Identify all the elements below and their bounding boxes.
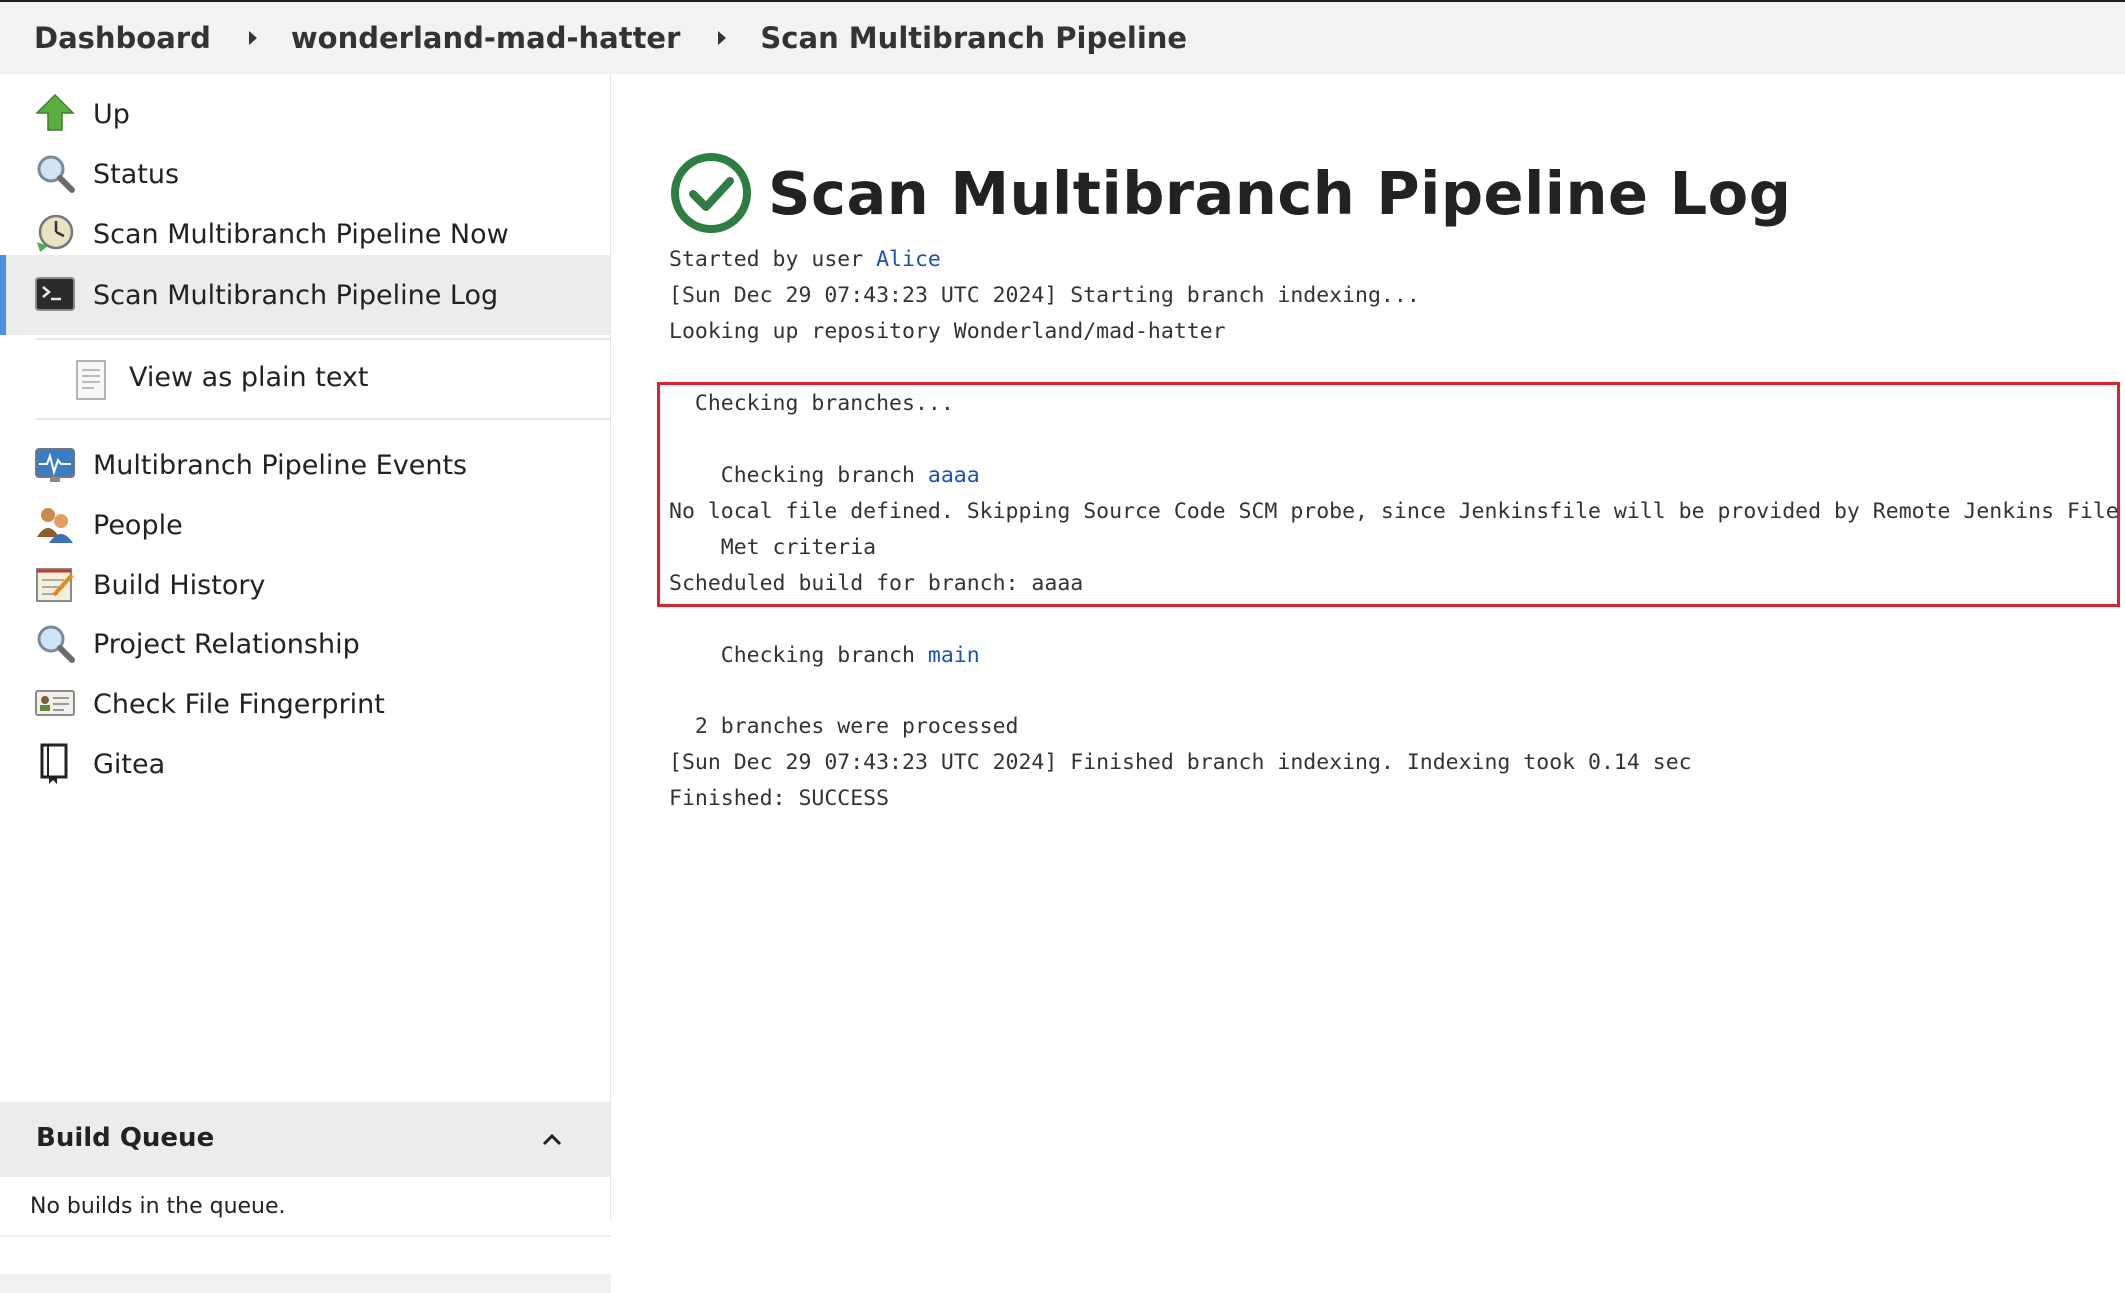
clock-icon	[37, 214, 74, 252]
log-line: [Sun Dec 29 07:43:23 UTC 2024] Starting …	[669, 283, 1420, 308]
log-line: No local file defined. Skipping Source C…	[669, 499, 2125, 524]
breadcrumb-dashboard[interactable]: Dashboard	[34, 21, 211, 55]
sidebar-item-label: View as plain text	[129, 362, 369, 393]
monitor-pulse-icon	[35, 448, 75, 482]
sidebar-bottom-strip	[0, 1274, 611, 1293]
breadcrumb-chevron-icon[interactable]	[248, 31, 257, 45]
sidebar-item-label: Scan Multibranch Pipeline Log	[93, 279, 499, 311]
sidebar-item-scan-log[interactable]: Scan Multibranch Pipeline Log	[0, 255, 611, 335]
build-queue-title: Build Queue	[36, 1123, 215, 1153]
magnifier-icon	[37, 625, 75, 663]
notepad-icon	[36, 568, 74, 602]
terminal-icon	[35, 277, 75, 311]
people-icon	[37, 508, 73, 543]
sidebar-item-label: Gitea	[93, 748, 166, 780]
breadcrumb: Dashboard wonderland-mad-hatter Scan Mul…	[0, 2, 2125, 74]
log-line-started: Started by user Alice	[669, 247, 941, 272]
magnifier-icon	[37, 155, 75, 193]
sidebar-item-label: Build History	[93, 569, 266, 601]
sidebar-item-label: Project Relationship	[93, 628, 360, 660]
log-line: Scheduled build for branch: aaaa	[669, 571, 1084, 596]
log-line: Met criteria	[669, 535, 877, 560]
log-line: [Sun Dec 29 07:43:23 UTC 2024] Finished …	[669, 750, 1692, 775]
sidebar-item-view-plain-text[interactable]: View as plain text	[36, 338, 611, 420]
breadcrumb-project[interactable]: wonderland-mad-hatter	[291, 21, 681, 55]
up-arrow-icon	[35, 93, 75, 131]
breadcrumb-current[interactable]: Scan Multibranch Pipeline	[760, 21, 1187, 55]
build-queue-header[interactable]: Build Queue	[0, 1102, 611, 1177]
build-queue-empty-text: No builds in the queue.	[30, 1194, 286, 1219]
log-line: 2 branches were processed	[669, 714, 1019, 739]
success-check-icon	[671, 153, 751, 233]
sidebar-item-gitea[interactable]: Gitea	[0, 724, 611, 804]
sidebar-item-label: Multibranch Pipeline Events	[93, 449, 468, 481]
gitea-icon	[40, 743, 68, 784]
document-icon	[76, 360, 106, 400]
sidebar-item-label: Up	[93, 98, 130, 130]
branch-link-aaaa[interactable]: aaaa	[928, 463, 980, 488]
log-line: Checking branches...	[669, 391, 954, 416]
log-line: Finished: SUCCESS	[669, 786, 890, 811]
log-line-branch-aaaa: Checking branch aaaa	[669, 463, 980, 488]
chevron-up-icon[interactable]	[540, 1128, 564, 1152]
page-header: Scan Multibranch Pipeline Log	[670, 148, 1791, 238]
sidebar-item-label: People	[93, 509, 183, 541]
page-title: Scan Multibranch Pipeline Log	[768, 158, 1792, 228]
sidebar-item-label: Scan Multibranch Pipeline Now	[93, 218, 509, 250]
log-line: Looking up repository Wonderland/mad-hat…	[669, 319, 1226, 344]
sidebar-item-label: Status	[93, 158, 180, 190]
user-link[interactable]: Alice	[876, 247, 941, 272]
sidebar-item-label: Check File Fingerprint	[93, 688, 385, 720]
breadcrumb-chevron-icon[interactable]	[718, 31, 727, 45]
build-queue-body: No builds in the queue.	[0, 1177, 611, 1237]
sidebar: Up Status Scan Multibranch Pipeline Now …	[0, 74, 611, 1293]
log-line-branch-main: Checking branch main	[669, 643, 980, 668]
branch-link-main[interactable]: main	[928, 643, 980, 668]
id-card-icon	[35, 690, 75, 716]
main-content: Scan Multibranch Pipeline Log Started by…	[612, 74, 2125, 1219]
